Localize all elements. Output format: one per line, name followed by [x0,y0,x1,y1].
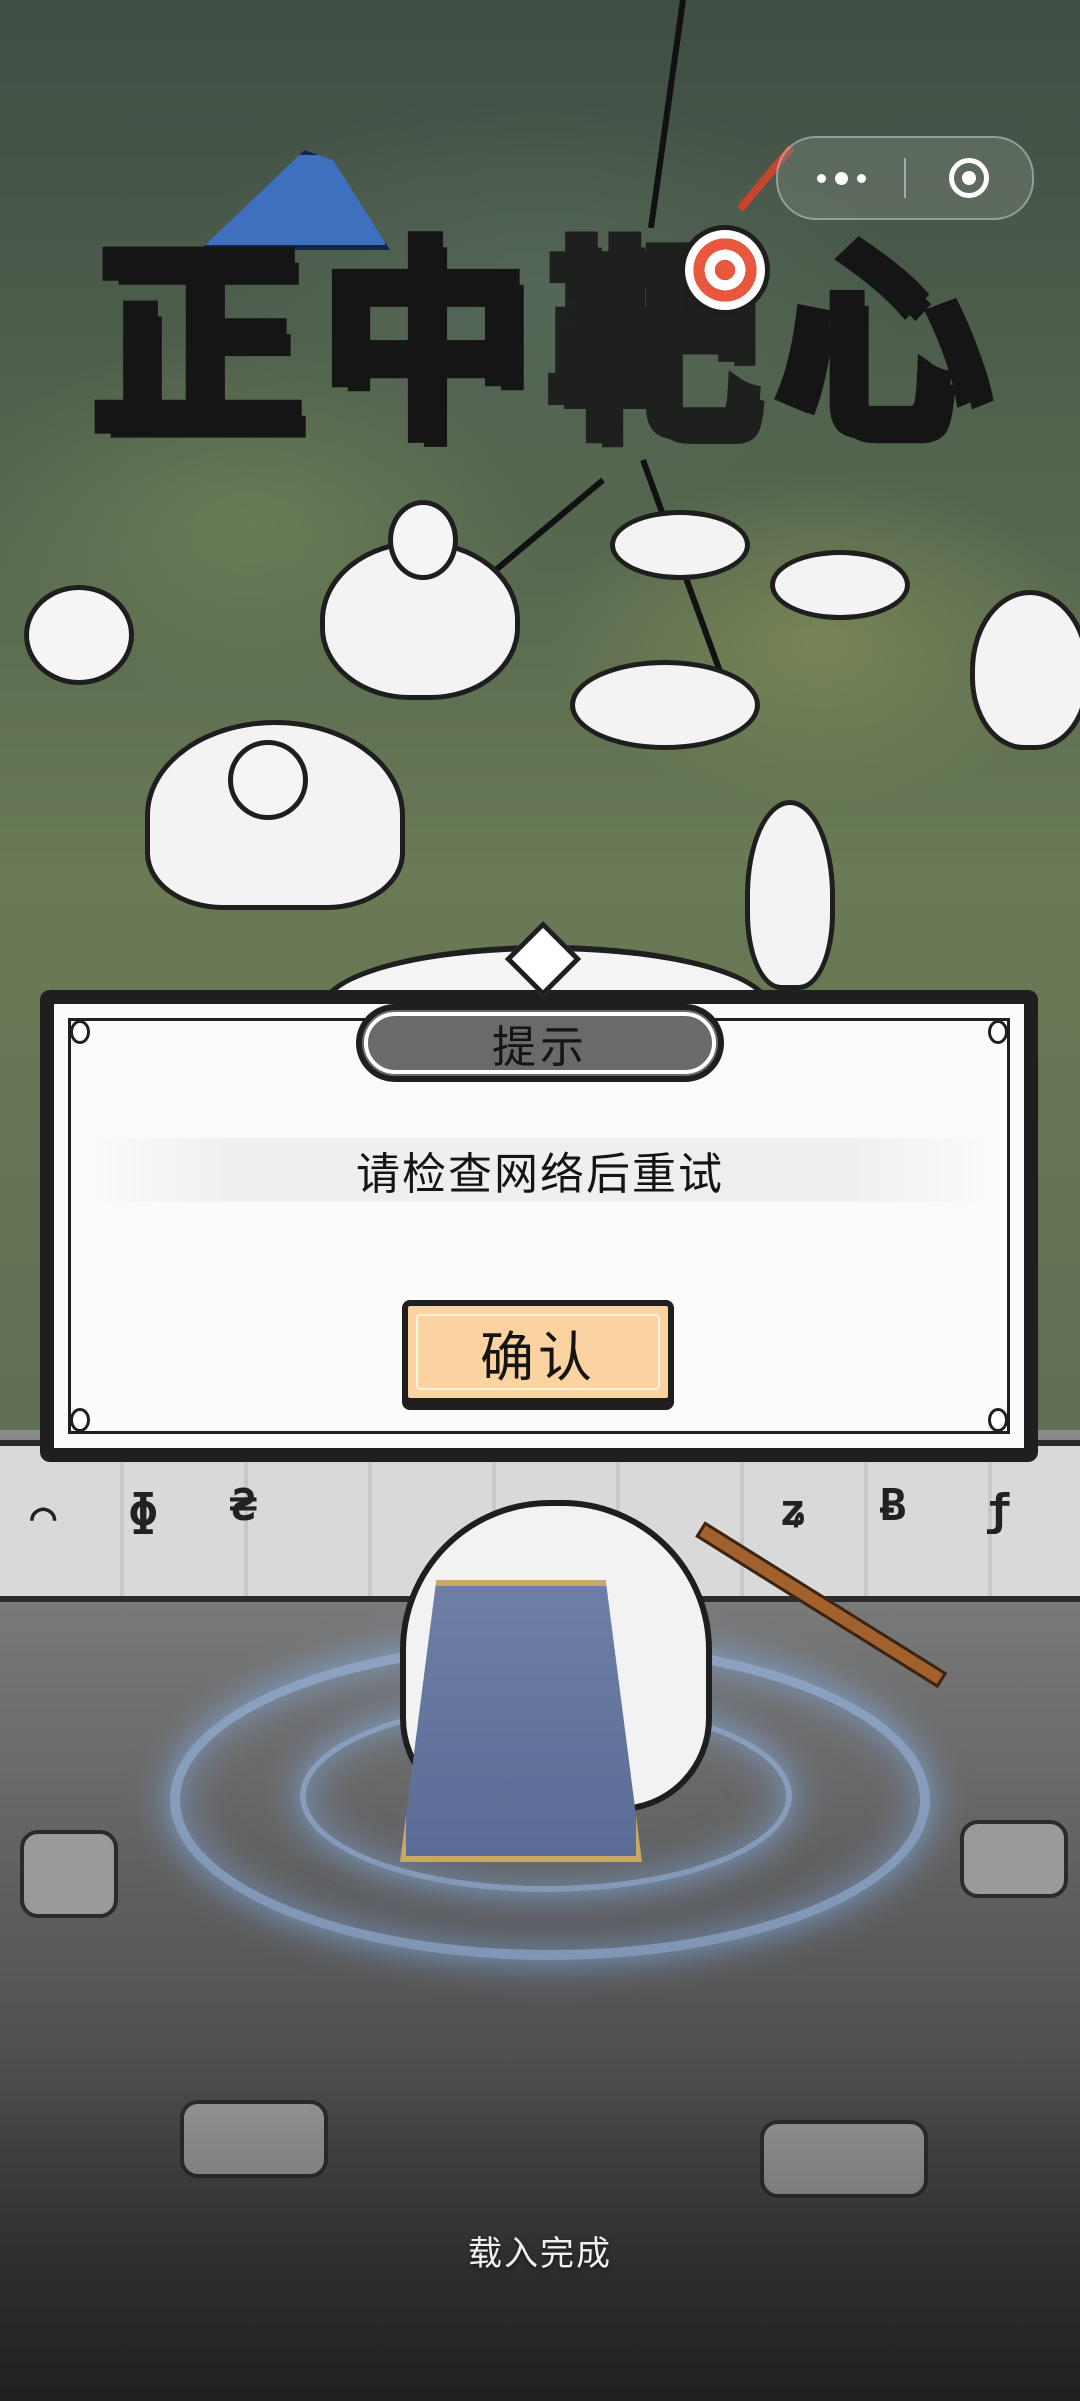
rune-glyph: ₴ [230,1480,257,1531]
monster-knight [970,590,1080,750]
floor-stone [960,1820,1068,1898]
monster-splat [570,660,760,750]
loading-status: 载入完成 [468,2234,612,2274]
monster-small-head [24,585,134,685]
dialog-message: 请检查网络后重试 [356,1149,724,1200]
hero-cloak [400,1580,642,1862]
dialog-title: 提示 [492,1022,588,1073]
corner-rivet-icon [988,1408,1008,1432]
confirm-button[interactable]: 确认 [402,1300,674,1404]
monster-big-armor-head [228,740,308,820]
more-button[interactable] [778,138,904,218]
floor-stone [20,1830,118,1918]
close-miniprogram-button[interactable] [906,138,1032,218]
bullseye-target-icon [680,225,770,315]
rune-glyph: ʑ [780,1485,807,1536]
title-char: 中 [315,222,537,467]
miniprogram-capsule [776,136,1034,220]
rune-glyph: Ƀ [880,1480,907,1531]
corner-rivet-icon [70,1020,90,1044]
monster-ghost [745,800,835,990]
rune-glyph: ⌒ [30,1490,57,1541]
dialog-title-pill: 提示 [356,1004,724,1082]
game-stage: 正 中 靶 心 ⌒ ɸ ₴ ʑ Ƀ ƒ 提示 请检查网络后重试 确认 载入完成 [0,0,1080,2401]
game-title-logo: 正 中 靶 心 [87,220,993,470]
target-circle-icon [949,158,989,198]
rune-glyph: ɸ [130,1485,157,1536]
title-char: 心 [771,222,993,467]
title-char: 正 [87,222,309,467]
monster-slime [770,550,910,620]
corner-rivet-icon [70,1408,90,1432]
monster-slime [610,510,750,580]
monster-muscle-head [388,500,458,580]
rune-glyph: ƒ [985,1485,1012,1536]
more-dots-icon [816,171,866,185]
confirm-button-label: 确认 [480,1325,596,1389]
corner-rivet-icon [988,1020,1008,1044]
